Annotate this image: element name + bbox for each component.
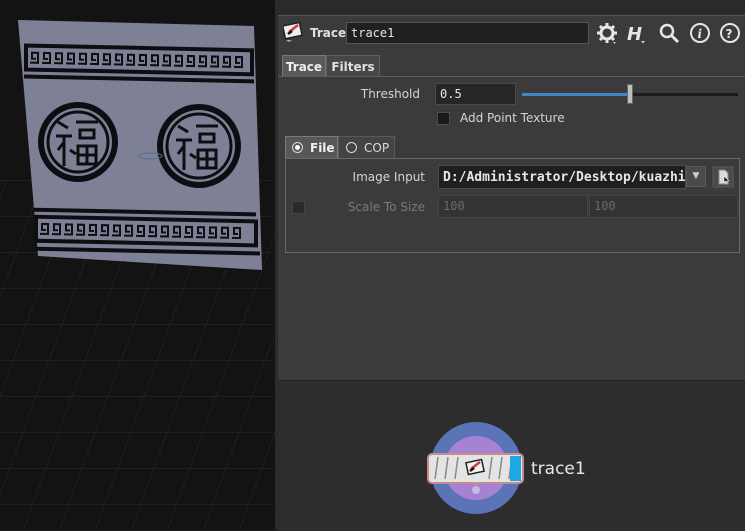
node-type-label: Trace	[310, 26, 347, 40]
svg-text:i: i	[698, 27, 703, 41]
file-radio[interactable]	[292, 142, 303, 153]
trace-node-icon[interactable]	[281, 21, 305, 42]
source-tabs: File COP	[285, 136, 740, 158]
threshold-slider-fill	[522, 93, 630, 96]
pane-top-strip	[278, 0, 745, 15]
scale-to-size-checkbox[interactable]	[292, 201, 305, 214]
seal-left-icon	[38, 102, 118, 182]
svg-text:?: ?	[726, 27, 733, 41]
network-node-label[interactable]: trace1	[531, 459, 586, 479]
search-icon[interactable]	[658, 22, 680, 44]
info-icon[interactable]: i	[689, 22, 711, 44]
tab-file[interactable]: File	[285, 136, 338, 158]
trace-node-graphic[interactable]	[278, 381, 745, 531]
threshold-field[interactable]: 0.5	[435, 83, 516, 105]
scene-viewport[interactable]	[0, 0, 275, 530]
scale-to-size-y-field: 100	[589, 195, 738, 218]
gear-icon[interactable]	[596, 22, 618, 44]
add-point-texture-checkbox[interactable]	[437, 112, 450, 125]
image-input-field[interactable]: D:/Administrator/Desktop/kuazhi	[438, 165, 686, 189]
svg-text:H: H	[627, 24, 642, 44]
threshold-label: Threshold	[360, 87, 420, 101]
add-point-texture-label: Add Point Texture	[460, 111, 565, 125]
cop-radio[interactable]	[346, 142, 357, 153]
parameter-pane: Trace trace1 H i ? Trace Filters Thresho…	[278, 15, 745, 380]
help-icon[interactable]: ?	[719, 22, 741, 44]
tab-underline	[278, 76, 745, 77]
tab-trace[interactable]: Trace	[282, 55, 326, 77]
tab-file-label: File	[310, 141, 335, 155]
tab-filters[interactable]: Filters	[326, 55, 380, 77]
houdini-help-icon[interactable]: H	[624, 22, 646, 45]
scale-to-size-x-field: 100	[438, 195, 588, 218]
scale-to-size-label: Scale To Size	[347, 200, 425, 214]
file-chooser-icon[interactable]	[712, 166, 734, 188]
tab-cop-label: COP	[364, 141, 390, 155]
viewport-scene	[0, 0, 275, 530]
parameter-header: Trace trace1 H i ?	[278, 16, 745, 50]
image-input-label: Image Input	[352, 170, 425, 184]
threshold-slider-handle[interactable]	[627, 84, 633, 104]
image-input-dropdown-button[interactable]: ▼	[686, 166, 706, 187]
node-name-field[interactable]: trace1	[346, 22, 589, 44]
seal-right-icon	[157, 104, 241, 188]
tab-cop[interactable]: COP	[338, 136, 395, 158]
network-editor[interactable]: trace1	[278, 380, 745, 531]
